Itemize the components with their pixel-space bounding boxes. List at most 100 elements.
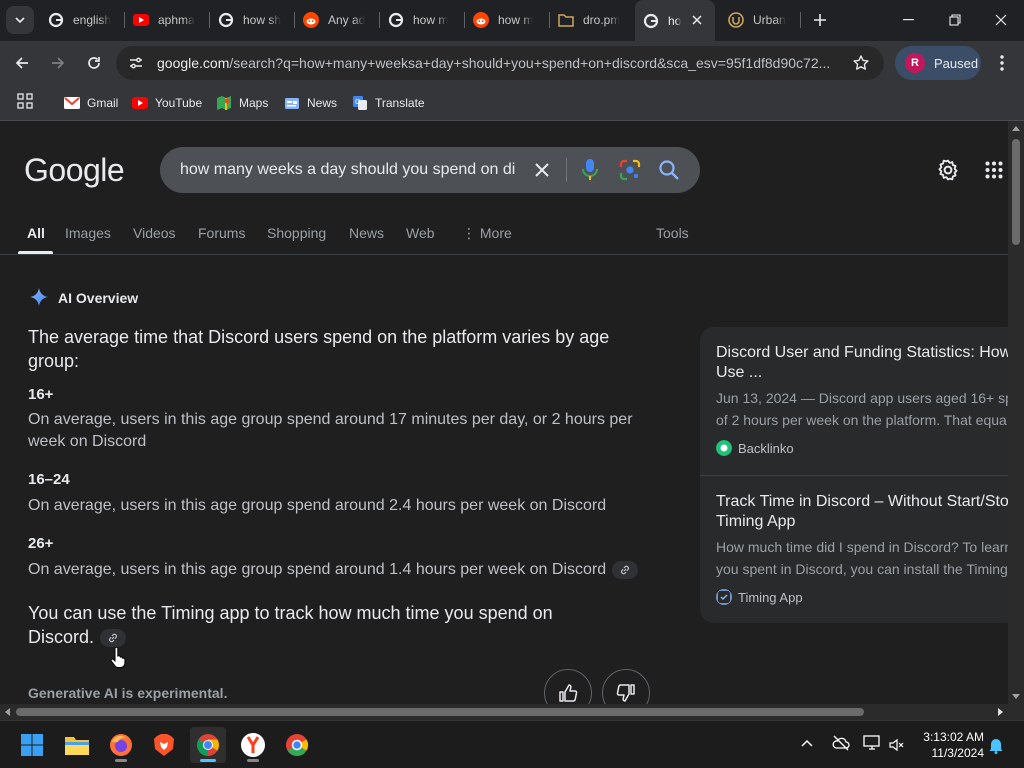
cloud-off-icon[interactable]	[832, 735, 850, 751]
bookmark-maps[interactable]: Maps	[216, 92, 268, 114]
tab-shopping[interactable]: Shopping	[267, 225, 326, 241]
page-viewport: Google how many weeks a day should you s…	[0, 121, 1008, 704]
search-input[interactable]: how many weeks a day should you spend on…	[180, 161, 520, 179]
running-indicator	[115, 759, 127, 762]
google-logo[interactable]: Google	[24, 152, 125, 189]
tab-title: Any ad	[328, 13, 366, 27]
taskbar-file-explorer[interactable]	[59, 727, 95, 763]
scroll-up-icon[interactable]	[1012, 125, 1020, 131]
google-icon	[48, 12, 64, 28]
bookmark-star-icon[interactable]	[852, 54, 870, 77]
new-tab-button[interactable]	[808, 8, 832, 32]
restore-button[interactable]	[932, 0, 978, 40]
taskbar-chrome[interactable]	[190, 727, 226, 763]
yandex-icon	[241, 733, 265, 757]
browser-tab[interactable]: how sh	[210, 5, 294, 35]
tab-title: how m	[498, 13, 534, 27]
source-link-chip[interactable]	[100, 629, 127, 648]
taskbar-chromium[interactable]	[279, 727, 315, 763]
tab-videos[interactable]: Videos	[133, 225, 176, 241]
bookmark-label: Translate	[375, 96, 425, 110]
reload-button[interactable]	[80, 49, 108, 77]
svg-text:G: G	[355, 99, 360, 106]
tab-search-button[interactable]	[6, 6, 34, 34]
firefox-icon	[110, 734, 132, 756]
settings-gear-icon[interactable]	[936, 158, 960, 187]
scrollbar-corner	[1008, 704, 1024, 720]
source-title[interactable]: Track Time in Discord – Without Start/St…	[716, 492, 1008, 532]
volume-muted-icon[interactable]	[889, 737, 905, 753]
apps-grid-icon[interactable]	[17, 93, 35, 111]
horizontal-scrollbar[interactable]	[0, 704, 1008, 720]
forward-button[interactable]	[44, 49, 72, 77]
source-link-chip[interactable]	[612, 560, 639, 579]
thumbs-up-button[interactable]	[544, 669, 592, 704]
file-explorer-icon	[65, 737, 89, 755]
scrollbar-thumb[interactable]	[16, 708, 864, 716]
network-icon[interactable]	[863, 735, 881, 751]
scrollbar-thumb[interactable]	[1012, 139, 1020, 245]
bookmark-news[interactable]: News	[284, 92, 337, 114]
more-vert-icon: ⋮	[462, 225, 476, 241]
vertical-scrollbar[interactable]	[1008, 121, 1024, 704]
source-card[interactable]: Track Time in Discord – Without Start/St…	[716, 492, 1008, 605]
scroll-right-icon[interactable]	[998, 708, 1004, 716]
taskbar-yandex[interactable]	[235, 727, 271, 763]
search-box[interactable]: how many weeks a day should you spend on…	[160, 147, 700, 193]
clear-search-icon[interactable]	[532, 160, 552, 185]
browser-toolbar: google.com/search?q=how+many+weeksa+day+…	[0, 41, 1024, 85]
taskbar-brave[interactable]	[146, 727, 182, 763]
source-title[interactable]: Discord User and Funding Statistics: How…	[716, 343, 1008, 383]
source-site[interactable]: Backlinko	[716, 440, 1008, 456]
tab-forums[interactable]: Forums	[198, 225, 245, 241]
tools-button[interactable]: Tools	[656, 225, 689, 241]
browser-tab[interactable]: english	[40, 5, 124, 35]
tab-close-button[interactable]	[689, 12, 705, 28]
start-button[interactable]	[14, 727, 50, 763]
close-window-button[interactable]	[978, 0, 1024, 40]
profile-button[interactable]: R Paused	[895, 46, 981, 80]
browser-tab[interactable]: Any ad	[295, 5, 379, 35]
browser-tab-active[interactable]: ho	[635, 0, 715, 41]
url-path: /search?q=how+many+weeksa+day+should+you…	[229, 55, 831, 71]
search-icon[interactable]	[658, 159, 680, 186]
ai-overview-tip: You can use the Timing app to track how …	[28, 601, 588, 649]
tab-news[interactable]: News	[349, 225, 384, 241]
browser-tab[interactable]: how m	[380, 5, 464, 35]
browser-tab[interactable]: Urban	[720, 5, 800, 35]
minimize-icon	[903, 19, 914, 21]
site-info-icon[interactable]	[128, 55, 144, 76]
system-clock[interactable]: 3:13:02 AM 11/3/2024	[914, 729, 984, 761]
browser-tab[interactable]: dro.pm	[550, 5, 634, 35]
gemini-sparkle-icon	[30, 288, 48, 306]
source-site[interactable]: Timing App	[716, 589, 1008, 605]
bookmark-youtube[interactable]: YouTube	[132, 92, 202, 114]
source-card[interactable]: Discord User and Funding Statistics: How…	[716, 343, 1008, 456]
address-bar[interactable]: google.com/search?q=how+many+weeksa+day+…	[116, 46, 884, 80]
source-snippet: you spent in Discord, you can install th…	[716, 561, 1008, 577]
thumbs-up-icon	[559, 684, 578, 702]
google-apps-icon[interactable]	[985, 161, 1003, 184]
gmail-icon	[64, 95, 80, 111]
bookmark-translate[interactable]: G Translate	[352, 92, 425, 114]
tab-web[interactable]: Web	[406, 225, 435, 241]
microphone-icon[interactable]	[581, 158, 599, 187]
scroll-left-icon[interactable]	[4, 708, 10, 716]
tab-images[interactable]: Images	[65, 225, 111, 241]
google-lens-icon[interactable]	[619, 159, 641, 186]
notification-bell-icon[interactable]	[988, 736, 1004, 754]
chevron-up-icon[interactable]	[801, 739, 813, 747]
tab-more[interactable]: ⋮ More	[462, 225, 512, 242]
taskbar-firefox[interactable]	[103, 727, 139, 763]
thumbs-down-button[interactable]	[602, 669, 650, 704]
source-snippet: How much time did I spend in Discord? To…	[716, 539, 1008, 555]
browser-tab[interactable]: aphma	[125, 5, 209, 35]
timing-app-icon	[716, 589, 732, 605]
back-button[interactable]	[8, 49, 36, 77]
bookmark-gmail[interactable]: Gmail	[64, 92, 118, 114]
minimize-button[interactable]	[886, 0, 932, 40]
browser-tab[interactable]: how m	[465, 5, 549, 35]
tab-all[interactable]: All	[27, 225, 45, 241]
browser-menu-button[interactable]	[990, 49, 1014, 77]
scroll-down-icon[interactable]	[1012, 694, 1020, 700]
